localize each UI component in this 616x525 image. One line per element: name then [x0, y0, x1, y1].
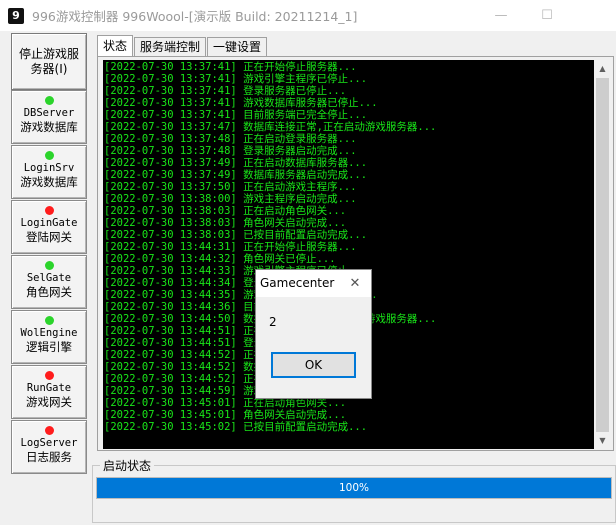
- service-description: 游戏数据库: [20, 120, 78, 134]
- log-scrollbar[interactable]: ▲ ▼: [594, 60, 611, 449]
- log-line: [2022-07-30 13:44:31] 正在开始停止服务器...: [104, 241, 357, 253]
- log-line: [2022-07-30 13:37:49] 正在启动数据库服务器...: [104, 157, 368, 169]
- service-name: LogServer: [20, 437, 78, 449]
- app-icon: 9: [8, 7, 24, 24]
- service-name: RunGate: [26, 382, 72, 394]
- service-name: LoginSrv: [23, 162, 75, 174]
- status-led-icon: [44, 371, 54, 380]
- dialog-title-bar: Gamecenter ✕: [256, 270, 371, 297]
- service-logserver-button[interactable]: LogServer 日志服务: [11, 420, 87, 474]
- service-wolengine-button[interactable]: WolEngine 逻辑引擎: [11, 310, 87, 364]
- tab-one-click-settings[interactable]: 一键设置: [207, 37, 268, 57]
- service-loginsrv-button[interactable]: LoginSrv 游戏数据库: [11, 145, 87, 199]
- dialog-title: Gamecenter: [260, 276, 335, 290]
- log-line: [2022-07-30 13:37:41] 游戏引擎主程序已停止...: [104, 73, 368, 85]
- scroll-thumb[interactable]: [596, 78, 609, 432]
- status-led-icon: [44, 206, 54, 215]
- service-name: SelGate: [26, 272, 72, 284]
- service-name: WolEngine: [20, 327, 78, 339]
- log-line: [2022-07-30 13:37:41] 游戏数据库服务器已停止...: [104, 97, 378, 109]
- scroll-up-icon[interactable]: ▲: [594, 60, 611, 77]
- status-led-icon: [44, 261, 54, 270]
- log-line: [2022-07-30 13:37:48] 登录服务器启动完成...: [104, 145, 357, 157]
- window-title: 996游戏控制器 996Woool-[演示版 Build: 20211214_1…: [32, 9, 358, 24]
- dialog-ok-button[interactable]: OK: [271, 352, 356, 378]
- service-description: 角色网关: [26, 285, 72, 299]
- startup-status-label: 启动状态: [100, 459, 155, 473]
- log-line: [2022-07-30 13:37:47] 数据库连接正常,正在启动游戏服务器.…: [104, 121, 437, 133]
- stop-button-label-line1: 停止游戏服: [18, 46, 79, 61]
- tab-status[interactable]: 状态: [97, 35, 134, 57]
- log-line: [2022-07-30 13:37:41] 正在开始停止服务器...: [104, 61, 357, 73]
- service-description: 登陆网关: [26, 230, 72, 244]
- log-line: [2022-07-30 13:45:02] 已按目前配置启动完成...: [104, 421, 368, 433]
- status-led-icon: [44, 316, 54, 325]
- tab-server-control[interactable]: 服务端控制: [134, 37, 207, 57]
- log-line: [2022-07-30 13:45:01] 角色网关启动完成...: [104, 409, 347, 421]
- title-bar: 9 996游戏控制器 996Woool-[演示版 Build: 20211214…: [0, 0, 616, 31]
- log-line: [2022-07-30 13:37:48] 正在启动登录服务器...: [104, 133, 357, 145]
- log-line: [2022-07-30 13:37:41] 目前服务端已完全停止...: [104, 109, 368, 121]
- service-rungate-button[interactable]: RunGate 游戏网关: [11, 365, 87, 419]
- status-led-icon: [44, 96, 54, 105]
- service-description: 日志服务: [26, 450, 72, 464]
- service-name: DBServer: [23, 107, 75, 119]
- service-description: 游戏数据库: [20, 175, 78, 189]
- status-led-icon: [44, 426, 54, 435]
- message-dialog: Gamecenter ✕ 2 OK: [255, 269, 372, 399]
- service-description: 游戏网关: [26, 395, 72, 409]
- dialog-close-icon[interactable]: ✕: [345, 274, 365, 292]
- stop-button-label-line2: 务器(I): [30, 61, 68, 76]
- service-logingate-button[interactable]: LoginGate 登陆网关: [11, 200, 87, 254]
- progress-text: 100%: [338, 482, 370, 494]
- service-dbserver-button[interactable]: DBServer 游戏数据库: [11, 90, 87, 144]
- log-line: [2022-07-30 13:38:00] 游戏主程序启动完成...: [104, 193, 357, 205]
- maximize-button[interactable]: ☐: [524, 0, 570, 31]
- log-line: [2022-07-30 13:37:50] 正在启动游戏主程序...: [104, 181, 357, 193]
- startup-progress-bar: 100%: [96, 477, 612, 499]
- service-name: LoginGate: [20, 217, 78, 229]
- log-line: [2022-07-30 13:37:41] 登录服务器已停止...: [104, 85, 347, 97]
- minimize-button[interactable]: —: [478, 0, 524, 31]
- tab-strip: 状态 服务端控制 一键设置: [97, 35, 268, 57]
- status-led-icon: [44, 151, 54, 160]
- log-line: [2022-07-30 13:38:03] 正在启动角色网关...: [104, 205, 347, 217]
- log-line: [2022-07-30 13:37:49] 数据库服务器启动完成...: [104, 169, 368, 181]
- service-description: 逻辑引擎: [26, 340, 72, 354]
- log-line: [2022-07-30 13:44:32] 角色网关已停止...: [104, 253, 336, 265]
- dialog-message: 2: [269, 315, 277, 329]
- log-line: [2022-07-30 13:38:03] 已按目前配置启动完成...: [104, 229, 368, 241]
- scroll-down-icon[interactable]: ▼: [594, 432, 611, 449]
- service-selgate-button[interactable]: SelGate 角色网关: [11, 255, 87, 309]
- stop-server-button[interactable]: 停止游戏服 务器(I): [11, 33, 87, 90]
- log-line: [2022-07-30 13:38:03] 角色网关启动完成...: [104, 217, 347, 229]
